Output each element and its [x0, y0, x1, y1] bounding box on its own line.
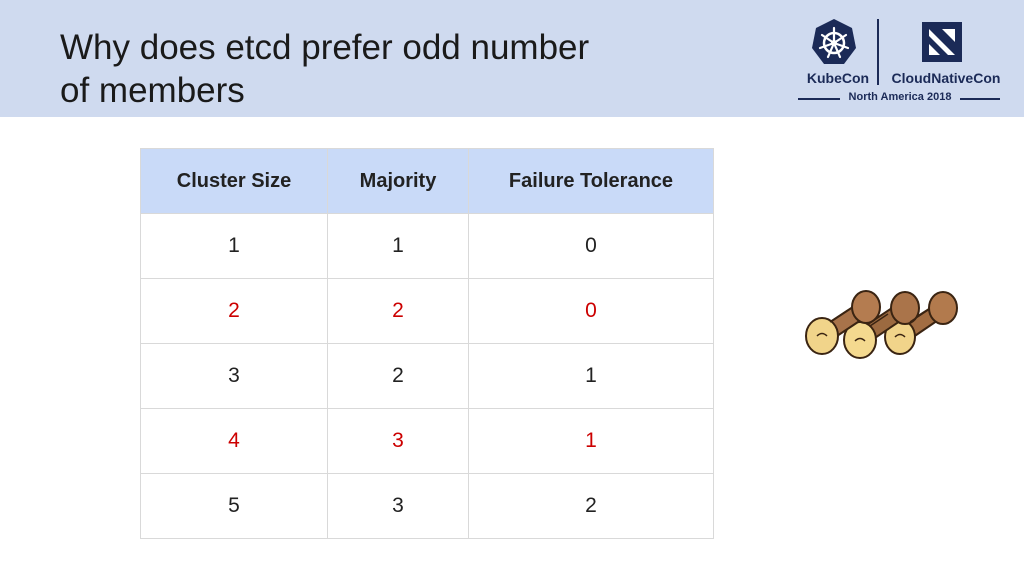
event-rule-right — [960, 98, 1000, 100]
event-rule-left — [798, 98, 840, 100]
column-header-cluster-size: Cluster Size — [140, 148, 328, 214]
logo-divider — [877, 19, 879, 85]
cell-majority: 3 — [327, 408, 469, 474]
table-row: 3 2 1 — [140, 343, 714, 409]
cell-majority: 2 — [327, 343, 469, 409]
cell-majority: 2 — [327, 278, 469, 344]
wooden-logs-icon — [805, 290, 958, 359]
quorum-table: Cluster Size Majority Failure Tolerance … — [140, 148, 714, 539]
slide-title: Why does etcd prefer odd number of membe… — [60, 28, 590, 110]
cell-failure-tolerance: 0 — [468, 278, 714, 344]
table-row-highlighted: 4 3 1 — [140, 408, 714, 474]
table-row: 5 3 2 — [140, 473, 714, 539]
kubecon-label: KubeCon — [806, 70, 870, 86]
cell-cluster-size: 4 — [140, 408, 328, 474]
column-header-majority: Majority — [327, 148, 469, 214]
event-label: North America 2018 — [848, 91, 952, 103]
cell-cluster-size: 1 — [140, 213, 328, 279]
table-row-highlighted: 2 2 0 — [140, 278, 714, 344]
cell-failure-tolerance: 1 — [468, 408, 714, 474]
column-header-failure-tolerance: Failure Tolerance — [468, 148, 714, 214]
kubernetes-helm-icon — [812, 19, 856, 64]
cell-majority: 3 — [327, 473, 469, 539]
cell-majority: 1 — [327, 213, 469, 279]
cell-cluster-size: 3 — [140, 343, 328, 409]
cell-failure-tolerance: 0 — [468, 213, 714, 279]
cloudnativecon-label: CloudNativeCon — [891, 70, 1001, 86]
table-row: 1 1 0 — [140, 213, 714, 279]
conference-logo: KubeCon CloudNativeCon North America 201… — [790, 14, 1010, 114]
cell-failure-tolerance: 1 — [468, 343, 714, 409]
cell-failure-tolerance: 2 — [468, 473, 714, 539]
cncf-icon — [922, 22, 962, 62]
cell-cluster-size: 2 — [140, 278, 328, 344]
slide-header: Why does etcd prefer odd number of membe… — [0, 0, 1024, 117]
cell-cluster-size: 5 — [140, 473, 328, 539]
table-header-row: Cluster Size Majority Failure Tolerance — [140, 148, 714, 214]
